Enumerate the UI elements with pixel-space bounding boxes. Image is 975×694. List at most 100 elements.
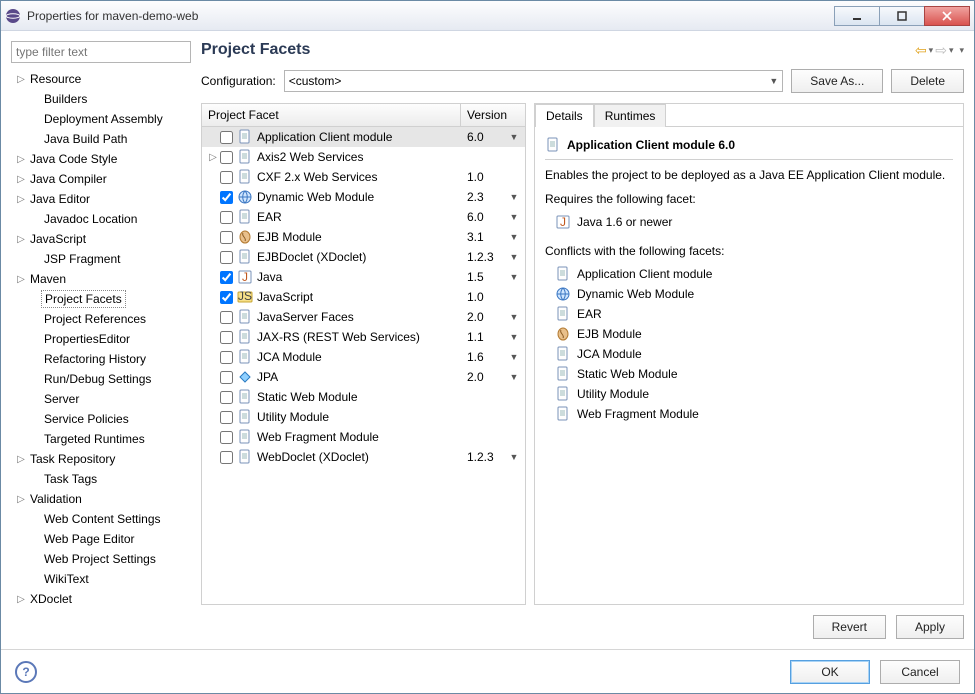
facet-row[interactable]: Java1.5▼ [202,267,525,287]
facet-row[interactable]: CXF 2.x Web Services1.0 [202,167,525,187]
facet-checkbox[interactable] [220,151,233,164]
save-as-button[interactable]: Save As... [791,69,883,93]
tree-item[interactable]: ▷Java Code Style [11,149,191,169]
facet-checkbox[interactable] [220,171,233,184]
version-dropdown-icon[interactable]: ▼ [507,312,521,322]
facet-row[interactable]: Static Web Module [202,387,525,407]
tree-item[interactable]: Web Page Editor [11,529,191,549]
facet-row[interactable]: WebDoclet (XDoclet)1.2.3▼ [202,447,525,467]
version-dropdown-icon[interactable]: ▼ [507,272,521,282]
tree-item[interactable]: Javadoc Location [11,209,191,229]
tree-item[interactable]: Run/Debug Settings [11,369,191,389]
facet-checkbox[interactable] [220,251,233,264]
facet-row[interactable]: ▷Axis2 Web Services [202,147,525,167]
facet-checkbox[interactable] [220,231,233,244]
tree-item[interactable]: ▷Java Editor [11,189,191,209]
tree-item[interactable]: Project Facets [11,289,191,309]
version-dropdown-icon[interactable]: ▼ [507,192,521,202]
facet-row[interactable]: Web Fragment Module [202,427,525,447]
tree-item[interactable]: ▷Resource [11,69,191,89]
view-menu-icon[interactable]: ▾ [959,45,964,56]
tree-item[interactable]: JSP Fragment [11,249,191,269]
facet-checkbox[interactable] [220,291,233,304]
version-dropdown-icon[interactable]: ▼ [507,332,521,342]
facet-rows[interactable]: Application Client module6.0▼▷Axis2 Web … [202,127,525,604]
conflicts-label: EAR [577,307,602,321]
filter-input[interactable] [11,41,191,63]
facet-row[interactable]: EAR6.0▼ [202,207,525,227]
category-tree[interactable]: ▷ResourceBuildersDeployment AssemblyJava… [11,69,191,639]
tree-item[interactable]: ▷XDoclet [11,589,191,609]
facet-checkbox[interactable] [220,271,233,284]
tree-item[interactable]: Builders [11,89,191,109]
apply-button[interactable]: Apply [896,615,964,639]
version-dropdown-icon[interactable]: ▼ [507,252,521,262]
facet-row[interactable]: Application Client module6.0▼ [202,127,525,147]
facet-checkbox[interactable] [220,211,233,224]
tree-item[interactable]: ▷JavaScript [11,229,191,249]
version-dropdown-icon[interactable]: ▼ [507,132,521,142]
close-button[interactable] [924,6,970,26]
facet-row[interactable]: Dynamic Web Module2.3▼ [202,187,525,207]
tree-item[interactable]: Web Project Settings [11,549,191,569]
tree-item[interactable]: Web Content Settings [11,509,191,529]
tab-runtimes[interactable]: Runtimes [594,104,667,127]
facet-checkbox[interactable] [220,391,233,404]
revert-button[interactable]: Revert [813,615,886,639]
tree-item[interactable]: Targeted Runtimes [11,429,191,449]
version-dropdown-icon[interactable]: ▼ [507,212,521,222]
tree-item[interactable]: Service Policies [11,409,191,429]
facet-checkbox[interactable] [220,331,233,344]
facet-row[interactable]: EJBDoclet (XDoclet)1.2.3▼ [202,247,525,267]
tree-item[interactable]: Server [11,389,191,409]
facet-checkbox[interactable] [220,411,233,424]
column-header-facet[interactable]: Project Facet [202,104,461,126]
facet-row[interactable]: JAX-RS (REST Web Services)1.1▼ [202,327,525,347]
tree-item[interactable]: Task Tags [11,469,191,489]
maximize-button[interactable] [879,6,925,26]
tree-expand-icon: ▷ [15,194,27,205]
tree-item[interactable]: PropertiesEditor [11,329,191,349]
tree-item[interactable]: WikiText [11,569,191,589]
facet-checkbox[interactable] [220,431,233,444]
facet-row[interactable]: EJB Module3.1▼ [202,227,525,247]
facet-checkbox[interactable] [220,311,233,324]
facet-row[interactable]: JavaScript1.0 [202,287,525,307]
tree-item[interactable]: ▷Task Repository [11,449,191,469]
version-dropdown-icon[interactable]: ▼ [507,372,521,382]
facet-name: JavaScript [257,290,467,304]
back-arrow-icon[interactable]: ⇦ [915,42,927,59]
version-dropdown-icon[interactable]: ▼ [507,232,521,242]
facet-row[interactable]: JavaServer Faces2.0▼ [202,307,525,327]
tab-details[interactable]: Details [535,104,594,127]
help-button[interactable]: ? [15,661,37,683]
version-dropdown-icon[interactable]: ▼ [507,452,521,462]
delete-button[interactable]: Delete [891,69,964,93]
back-menu-icon[interactable]: ▾ [929,45,934,56]
tree-item[interactable]: ▷Maven [11,269,191,289]
tree-item[interactable]: Project References [11,309,191,329]
tree-item[interactable]: Deployment Assembly [11,109,191,129]
forward-menu-icon[interactable]: ▾ [949,45,954,56]
minimize-button[interactable] [834,6,880,26]
tree-item[interactable]: ▷Java Compiler [11,169,191,189]
ok-button[interactable]: OK [790,660,870,684]
facet-checkbox[interactable] [220,451,233,464]
forward-arrow-icon[interactable]: ⇨ [935,42,947,59]
titlebar[interactable]: Properties for maven-demo-web [1,1,974,31]
facet-row[interactable]: JCA Module1.6▼ [202,347,525,367]
tree-item[interactable]: ▷Validation [11,489,191,509]
configuration-combo[interactable]: <custom> ▼ [284,70,784,92]
facet-checkbox[interactable] [220,191,233,204]
facet-row[interactable]: Utility Module [202,407,525,427]
tree-item[interactable]: Refactoring History [11,349,191,369]
version-dropdown-icon[interactable]: ▼ [507,352,521,362]
column-header-version[interactable]: Version [461,104,525,126]
facet-checkbox[interactable] [220,131,233,144]
configuration-label: Configuration: [201,74,276,88]
cancel-button[interactable]: Cancel [880,660,960,684]
tree-item[interactable]: Java Build Path [11,129,191,149]
facet-checkbox[interactable] [220,351,233,364]
facet-row[interactable]: JPA2.0▼ [202,367,525,387]
facet-checkbox[interactable] [220,371,233,384]
